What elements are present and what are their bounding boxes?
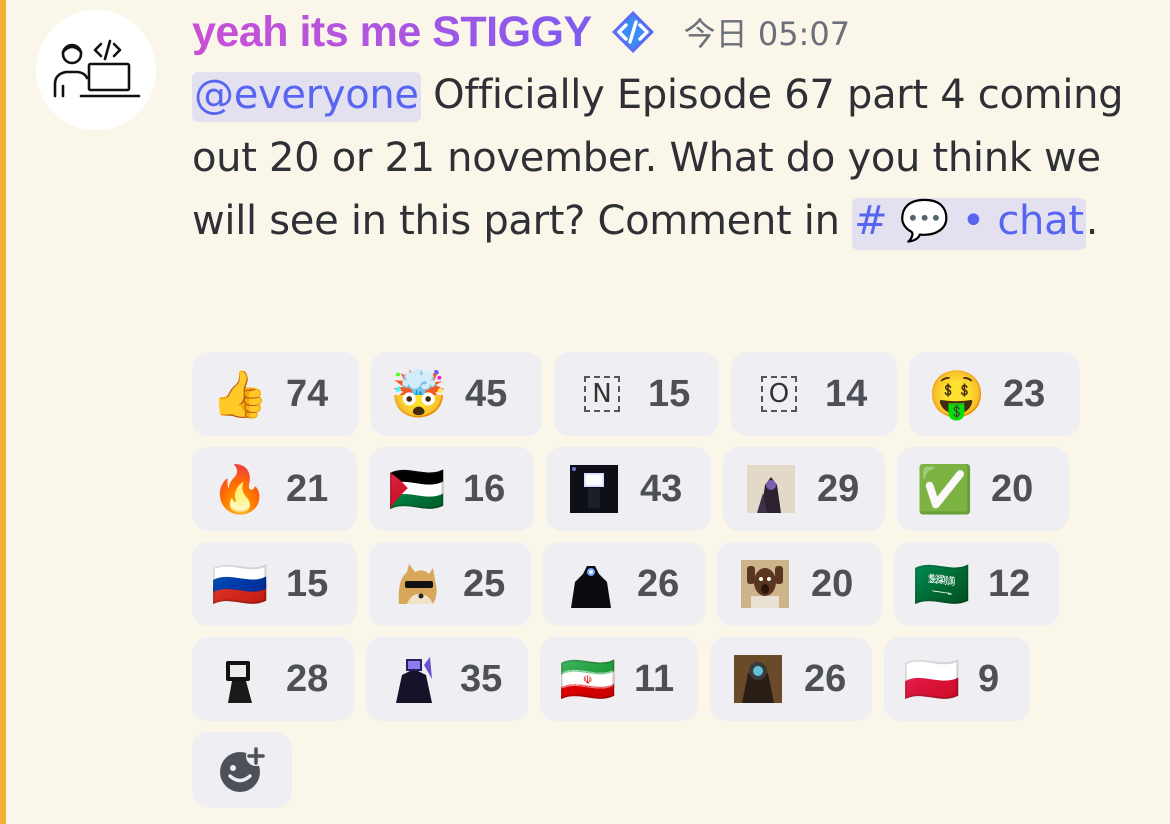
reaction-row: 🇷🇺 15 25 26 20 🇸🇦 12 (192, 542, 1152, 626)
custom-titan-emoji-icon (747, 465, 795, 513)
reaction-count: 20 (991, 467, 1034, 510)
reaction-custom-surprised-man[interactable]: 20 (717, 542, 882, 626)
custom-tv-man-emoji-icon (570, 465, 618, 513)
reaction-iran-flag[interactable]: 🇮🇷 11 (540, 637, 698, 721)
reaction-custom-tv-man[interactable]: 43 (546, 447, 711, 531)
reaction-count: 15 (648, 372, 691, 415)
reaction-count: 12 (988, 562, 1031, 605)
reaction-row: 28 35 🇮🇷 11 26 🇵🇱 9 (192, 637, 1152, 721)
reaction-palestine-flag[interactable]: 🇵🇸 16 (369, 447, 534, 531)
reaction-count: 26 (637, 562, 680, 605)
reaction-letter-o[interactable]: O 14 (731, 352, 897, 436)
custom-surprised-man-emoji-icon (741, 560, 789, 608)
message-text-end: . (1085, 198, 1099, 244)
add-reaction-icon (220, 746, 266, 792)
reaction-saudi-arabia-flag[interactable]: 🇸🇦 12 (894, 542, 1059, 626)
doge-sunglasses-icon (398, 564, 437, 604)
developer-avatar-icon (53, 39, 141, 98)
reaction-custom-tv-head[interactable]: 28 (192, 637, 354, 721)
avatar[interactable] (36, 10, 156, 130)
speech-bubble-icon: 💬 (899, 198, 950, 244)
money-mouth-face-icon: 🤑 (928, 366, 986, 421)
everyone-mention[interactable]: @everyone (192, 72, 421, 122)
reaction-fire[interactable]: 🔥 21 (192, 447, 357, 531)
reaction-row: 👍 74 🤯 45 N 15 O 14 🤑 23 (192, 352, 1152, 436)
reaction-count: 20 (811, 562, 854, 605)
reaction-count: 45 (465, 372, 508, 415)
channel-name: • chat (949, 198, 1084, 244)
custom-speaker-titan-emoji-icon (734, 655, 782, 703)
letter-o-icon: O (761, 376, 797, 412)
letter-n-icon: N (584, 376, 620, 412)
reaction-custom-titan[interactable]: 29 (723, 447, 885, 531)
reaction-row: 🔥 21 🇵🇸 16 43 29 ✅ 20 (192, 447, 1152, 531)
custom-camera-titan-emoji-icon (571, 566, 611, 608)
check-mark-button-icon: ✅ (916, 461, 974, 516)
reaction-doge[interactable]: 25 (369, 542, 531, 626)
reaction-count: 16 (463, 467, 506, 510)
reaction-custom-speaker-titan[interactable]: 26 (710, 637, 872, 721)
reaction-count: 21 (286, 467, 329, 510)
message-header: yeah its me STIGGY 今日 05:07 (192, 2, 850, 62)
poland-flag-icon: 🇵🇱 (903, 651, 961, 706)
saudi-arabia-flag-icon: 🇸🇦 (913, 556, 971, 611)
palestine-flag-icon: 🇵🇸 (388, 461, 446, 516)
mention-highlight-bar (0, 0, 6, 824)
reaction-count: 43 (640, 467, 683, 510)
reaction-count: 74 (286, 372, 329, 415)
reaction-count: 25 (463, 562, 506, 605)
custom-tv-titan-emoji-icon (396, 657, 432, 703)
russia-flag-icon: 🇷🇺 (211, 556, 269, 611)
reaction-letter-n[interactable]: N 15 (554, 352, 719, 436)
custom-tv-head-emoji-icon (226, 661, 252, 703)
add-reaction-button[interactable] (192, 732, 292, 808)
reaction-count: 14 (825, 372, 868, 415)
reaction-count: 28 (286, 657, 329, 700)
reactions-list: 👍 74 🤯 45 N 15 O 14 🤑 23 🔥 21 🇵🇸 16 43 29 ✅ 20 🇷… (192, 352, 1152, 819)
reaction-count: 26 (804, 657, 847, 700)
fire-icon: 🔥 (211, 461, 269, 516)
reaction-money-mouth[interactable]: 🤑 23 (909, 352, 1080, 436)
timestamp: 今日 05:07 (683, 15, 851, 53)
reaction-row (192, 732, 1152, 808)
channel-link[interactable]: # 💬 • chat (852, 198, 1086, 250)
reaction-count: 29 (817, 467, 860, 510)
code-developer-badge-icon[interactable] (608, 9, 658, 55)
reaction-count: 23 (1003, 372, 1046, 415)
reaction-poland-flag[interactable]: 🇵🇱 9 (884, 637, 1030, 721)
reaction-exploding-head[interactable]: 🤯 45 (371, 352, 542, 436)
channel-hash-icon: # (854, 198, 888, 244)
reaction-count: 35 (460, 657, 503, 700)
reaction-thumbs-up[interactable]: 👍 74 (192, 352, 359, 436)
message-content: @everyone Officially Episode 67 part 4 c… (192, 64, 1142, 253)
reaction-check-mark[interactable]: ✅ 20 (897, 447, 1069, 531)
username[interactable]: yeah its me STIGGY (192, 8, 592, 57)
reaction-custom-camera-titan[interactable]: 26 (543, 542, 705, 626)
reaction-custom-tv-titan[interactable]: 35 (366, 637, 528, 721)
reaction-russia-flag[interactable]: 🇷🇺 15 (192, 542, 357, 626)
iran-flag-icon: 🇮🇷 (559, 651, 617, 706)
thumbs-up-icon: 👍 (211, 366, 269, 421)
reaction-count: 9 (978, 657, 1000, 700)
reaction-count: 15 (286, 562, 329, 605)
exploding-head-icon: 🤯 (390, 366, 448, 421)
reaction-count: 11 (634, 657, 675, 700)
